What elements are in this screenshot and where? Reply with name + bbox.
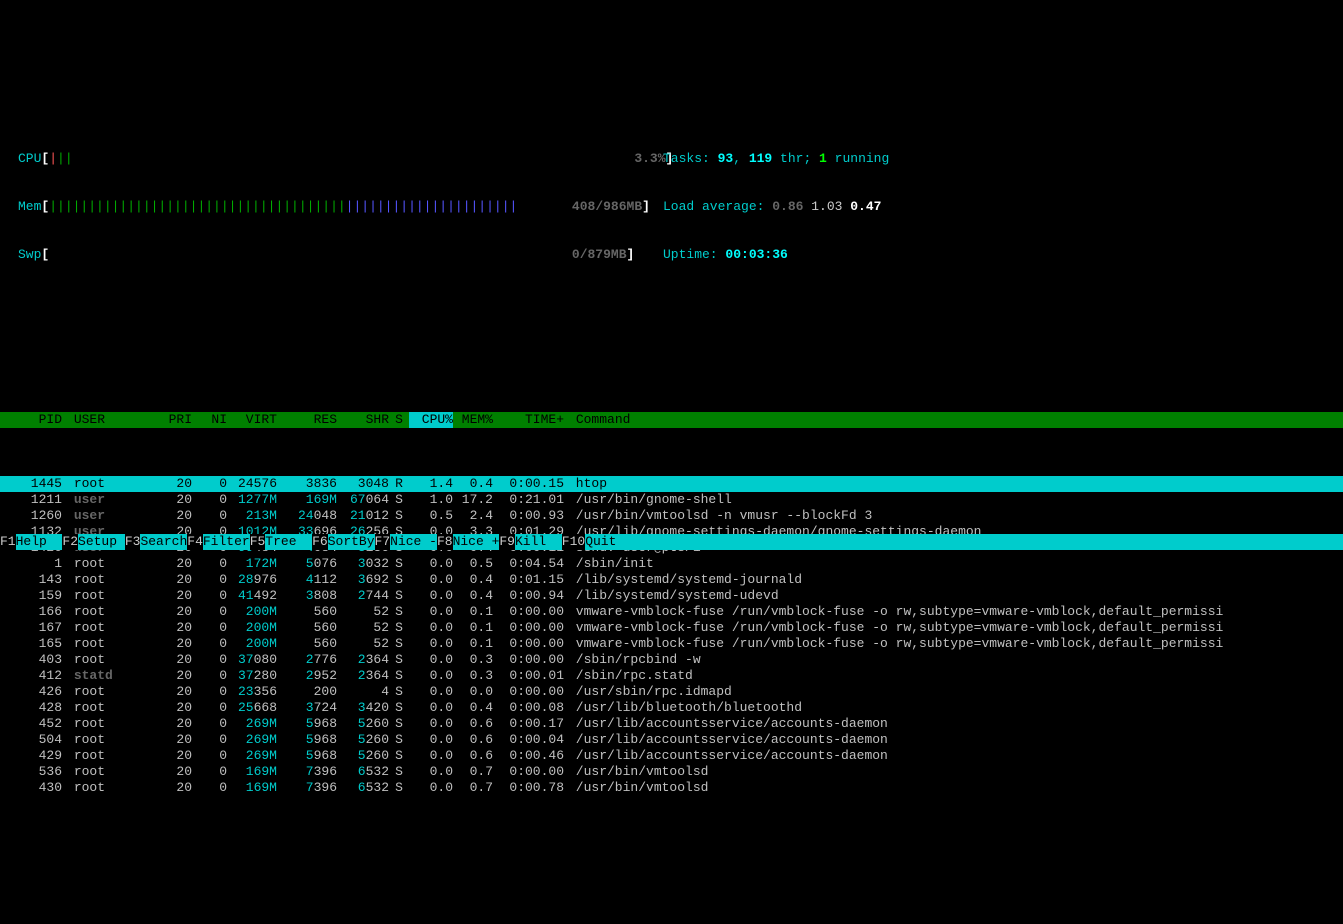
column-headers[interactable]: PID USER PRI NI VIRT RES SHR S CPU% MEM%… xyxy=(0,412,1343,428)
fnkey-f7[interactable]: F7 xyxy=(375,534,391,550)
col-virt[interactable]: VIRT xyxy=(227,412,277,428)
process-row[interactable]: 1 root200172M50763032S0.00.50:04.54 /sbi… xyxy=(0,556,1343,572)
process-row[interactable]: 428 root2002566837243420S0.00.40:00.08 /… xyxy=(0,700,1343,716)
fnkey-label-f2[interactable]: Setup xyxy=(78,534,125,550)
col-shr[interactable]: SHR xyxy=(337,412,389,428)
col-user[interactable]: USER xyxy=(62,412,142,428)
mem-label: Mem xyxy=(18,199,41,214)
fnkey-label-f9[interactable]: Kill xyxy=(515,534,562,550)
process-row[interactable]: 504 root200269M59685260S0.00.60:00.04 /u… xyxy=(0,732,1343,748)
col-cpu[interactable]: CPU% xyxy=(409,412,453,428)
process-row[interactable]: 412 statd2003728029522364S0.00.30:00.01 … xyxy=(0,668,1343,684)
process-row[interactable]: 167 root200200M56052S0.00.10:00.00 vmwar… xyxy=(0,620,1343,636)
meters-panel: CPU[||| 3.3%] Mem[||||||||||||||||||||||… xyxy=(0,80,1343,316)
cpu-label: CPU xyxy=(18,151,41,166)
process-list[interactable]: 1445 root2002457638363048R1.40.40:00.15 … xyxy=(0,476,1343,796)
fnkey-f9[interactable]: F9 xyxy=(499,534,515,550)
process-row[interactable]: 452 root200269M59685260S0.00.60:00.17 /u… xyxy=(0,716,1343,732)
fnkey-label-f3[interactable]: Search xyxy=(140,534,187,550)
col-pid[interactable]: PID xyxy=(0,412,62,428)
fnkey-label-f6[interactable]: SortBy xyxy=(328,534,375,550)
process-row[interactable]: 143 root2002897641123692S0.00.40:01.15 /… xyxy=(0,572,1343,588)
swp-label: Swp xyxy=(18,247,41,262)
fnkey-f2[interactable]: F2 xyxy=(62,534,78,550)
process-row[interactable]: 429 root200269M59685260S0.00.60:00.46 /u… xyxy=(0,748,1343,764)
fnkey-label-f8[interactable]: Nice + xyxy=(453,534,500,550)
process-row[interactable]: 1260 user200213M2404821012S0.52.40:00.93… xyxy=(0,508,1343,524)
uptime: Uptime: 00:03:36 xyxy=(663,247,1343,263)
process-row[interactable]: 403 root2003708027762364S0.00.30:00.00 /… xyxy=(0,652,1343,668)
col-s[interactable]: S xyxy=(389,412,409,428)
fnkey-label-f4[interactable]: Filter xyxy=(203,534,250,550)
function-keys[interactable]: F1Help F2Setup F3SearchF4FilterF5Tree F6… xyxy=(0,534,1343,550)
process-row[interactable]: 1211 user2001277M169M67064S1.017.20:21.0… xyxy=(0,492,1343,508)
fnkey-f5[interactable]: F5 xyxy=(250,534,266,550)
fnkey-f10[interactable]: F10 xyxy=(562,534,585,550)
fnkey-f4[interactable]: F4 xyxy=(187,534,203,550)
fnkey-label-f10[interactable]: Quit xyxy=(585,534,632,550)
cpu-meter: CPU[||| 3.3%] xyxy=(18,151,663,167)
fnkey-f1[interactable]: F1 xyxy=(0,534,16,550)
col-time[interactable]: TIME+ xyxy=(493,412,568,428)
load-average: Load average: 0.86 1.03 0.47 xyxy=(663,199,1343,215)
process-row[interactable]: 166 root200200M56052S0.00.10:00.00 vmwar… xyxy=(0,604,1343,620)
col-res[interactable]: RES xyxy=(277,412,337,428)
process-row[interactable]: 430 root200169M73966532S0.00.70:00.78 /u… xyxy=(0,780,1343,796)
col-cmd[interactable]: Command xyxy=(568,412,1343,428)
process-row[interactable]: 1445 root2002457638363048R1.40.40:00.15 … xyxy=(0,476,1343,492)
col-pri[interactable]: PRI xyxy=(142,412,192,428)
mem-value: 408/986MB xyxy=(572,199,642,214)
fnkey-f8[interactable]: F8 xyxy=(437,534,453,550)
swp-value: 0/879MB xyxy=(572,247,627,262)
process-row[interactable]: 426 root200233562004S0.00.00:00.00 /usr/… xyxy=(0,684,1343,700)
tasks-summary: Tasks: 93, 119 thr; 1 running xyxy=(663,151,1343,167)
mem-meter: Mem[||||||||||||||||||||||||||||||||||||… xyxy=(18,199,663,215)
fnkey-label-f1[interactable]: Help xyxy=(16,534,63,550)
fnkey-f3[interactable]: F3 xyxy=(125,534,141,550)
col-ni[interactable]: NI xyxy=(192,412,227,428)
process-row[interactable]: 159 root2004149238082744S0.00.40:00.94 /… xyxy=(0,588,1343,604)
col-mem[interactable]: MEM% xyxy=(453,412,493,428)
process-row[interactable]: 536 root200169M73966532S0.00.70:00.00 /u… xyxy=(0,764,1343,780)
process-row[interactable]: 165 root200200M56052S0.00.10:00.00 vmwar… xyxy=(0,636,1343,652)
fnkey-label-f5[interactable]: Tree xyxy=(265,534,312,550)
swp-meter: Swp[ 0/879MB] xyxy=(18,247,663,263)
cpu-value: 3.3% xyxy=(634,151,665,166)
fnkey-label-f7[interactable]: Nice - xyxy=(390,534,437,550)
fnkey-f6[interactable]: F6 xyxy=(312,534,328,550)
